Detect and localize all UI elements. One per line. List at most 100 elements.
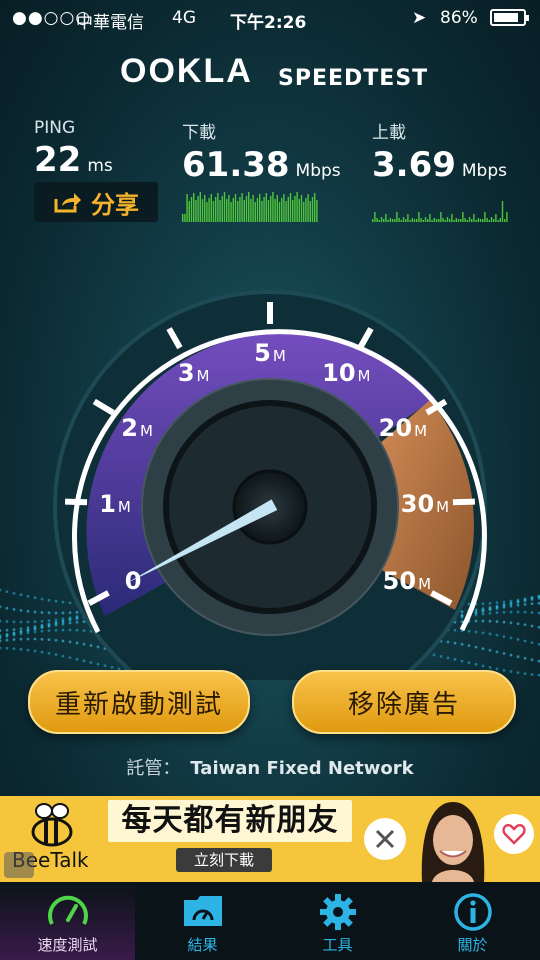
graph-bar bbox=[442, 218, 444, 222]
graph-bar bbox=[471, 219, 473, 222]
graph-bar bbox=[464, 218, 466, 222]
graph-bar bbox=[411, 218, 413, 222]
graph-bar bbox=[449, 219, 451, 222]
wave-dot bbox=[68, 618, 72, 622]
tab-speed-test[interactable]: 速度測試 bbox=[0, 882, 135, 960]
wave-dot bbox=[467, 602, 471, 606]
wave-dot bbox=[19, 637, 23, 641]
download-speed-graph bbox=[182, 192, 318, 222]
graph-bar bbox=[435, 219, 438, 222]
wave-dot bbox=[40, 597, 44, 601]
wave-dot bbox=[509, 636, 513, 640]
wave-dot bbox=[40, 650, 44, 654]
wave-dot bbox=[61, 611, 65, 615]
share-button[interactable]: 分享 bbox=[34, 182, 158, 222]
wave-dot bbox=[40, 629, 44, 633]
wave-dot bbox=[530, 658, 534, 662]
graph-bar bbox=[468, 217, 471, 222]
wave-dot bbox=[82, 629, 86, 632]
graph-bar bbox=[400, 220, 402, 222]
wave-dot bbox=[523, 610, 527, 614]
speedometer-icon bbox=[47, 895, 88, 925]
wave-dot bbox=[82, 620, 86, 624]
wave-dot bbox=[502, 652, 506, 655]
wave-dot bbox=[103, 664, 107, 668]
wave-dot bbox=[5, 606, 9, 610]
wave-dot bbox=[12, 620, 16, 624]
wave-dot bbox=[488, 666, 492, 669]
graph-bar bbox=[182, 214, 184, 222]
graph-bar bbox=[248, 192, 250, 222]
wave-dot bbox=[488, 608, 492, 612]
wave-dot bbox=[516, 655, 520, 659]
battery-icon bbox=[490, 9, 529, 26]
wave-dot bbox=[47, 598, 51, 602]
wave-dot bbox=[474, 619, 478, 623]
graph-bar bbox=[457, 219, 460, 222]
battery-fill bbox=[494, 13, 519, 22]
wave-dot bbox=[61, 654, 65, 658]
wave-dot bbox=[82, 642, 86, 646]
wave-dot bbox=[509, 621, 513, 625]
wave-dot bbox=[19, 608, 23, 612]
graph-bar bbox=[424, 217, 427, 222]
graph-bar bbox=[250, 199, 252, 222]
wave-dot bbox=[488, 611, 492, 615]
wave-dot bbox=[460, 659, 464, 663]
graph-bar bbox=[283, 194, 285, 222]
graph-bar bbox=[486, 218, 488, 222]
remove-ads-button[interactable]: 移除廣告 bbox=[292, 670, 516, 734]
gauge-tick bbox=[64, 498, 88, 506]
graph-bar bbox=[272, 192, 274, 222]
graph-bar bbox=[506, 212, 508, 222]
tab-tools[interactable]: 工具 bbox=[270, 882, 405, 960]
ping-unit: ms bbox=[87, 156, 113, 176]
graph-bar bbox=[438, 219, 440, 222]
ad-download-button[interactable]: 立刻下載 bbox=[176, 848, 272, 872]
wave-dot bbox=[516, 610, 520, 614]
graph-bar bbox=[482, 219, 484, 222]
upload-unit: Mbps bbox=[461, 161, 507, 181]
graph-bar bbox=[440, 212, 442, 222]
wave-dot bbox=[47, 611, 51, 615]
wave-dot bbox=[47, 638, 51, 642]
wave-dot bbox=[5, 620, 9, 623]
graph-bar bbox=[473, 214, 475, 222]
graph-bar bbox=[261, 201, 263, 222]
wave-dot bbox=[488, 632, 492, 636]
wave-dot bbox=[460, 615, 464, 619]
speed-gauge: 01 M2 M3 M5 M10 M20 M30 M50 M bbox=[0, 290, 540, 680]
tab-tools-label: 工具 bbox=[322, 936, 353, 954]
ad-info-badge[interactable] bbox=[4, 852, 34, 878]
graph-bar bbox=[380, 217, 383, 222]
tab-results[interactable]: 結果 bbox=[135, 882, 270, 960]
graph-bar bbox=[270, 196, 272, 222]
graph-bar bbox=[431, 220, 433, 222]
graph-bar bbox=[422, 220, 424, 222]
gauge-tick bbox=[452, 498, 476, 506]
graph-bar bbox=[389, 218, 391, 222]
wave-dot bbox=[495, 667, 499, 671]
graph-bar bbox=[300, 195, 303, 222]
wave-dot bbox=[26, 631, 30, 635]
ad-like-icon[interactable] bbox=[494, 814, 534, 854]
wave-dot bbox=[439, 654, 443, 658]
ad-banner[interactable]: BeeTalk 每天都有新朋友 立刻下載 bbox=[0, 796, 540, 882]
graph-bar bbox=[394, 219, 396, 222]
graph-bar bbox=[190, 197, 193, 222]
wave-dot bbox=[54, 618, 58, 622]
wave-dot bbox=[89, 644, 93, 647]
wave-dot bbox=[509, 670, 513, 673]
tab-about[interactable]: 關於 bbox=[405, 882, 540, 960]
restart-test-button[interactable]: 重新啟動測試 bbox=[28, 670, 250, 734]
gauge-label-number: 10 bbox=[322, 359, 355, 387]
graph-bar bbox=[243, 200, 245, 222]
graph-bar bbox=[405, 219, 407, 222]
graph-bar bbox=[206, 202, 208, 222]
graph-bar bbox=[239, 197, 241, 222]
graph-bar bbox=[298, 199, 300, 222]
wave-dot bbox=[502, 605, 506, 609]
ad-dismiss-icon[interactable] bbox=[364, 818, 406, 860]
wave-dot bbox=[33, 630, 37, 634]
results-folder-icon bbox=[183, 896, 222, 926]
